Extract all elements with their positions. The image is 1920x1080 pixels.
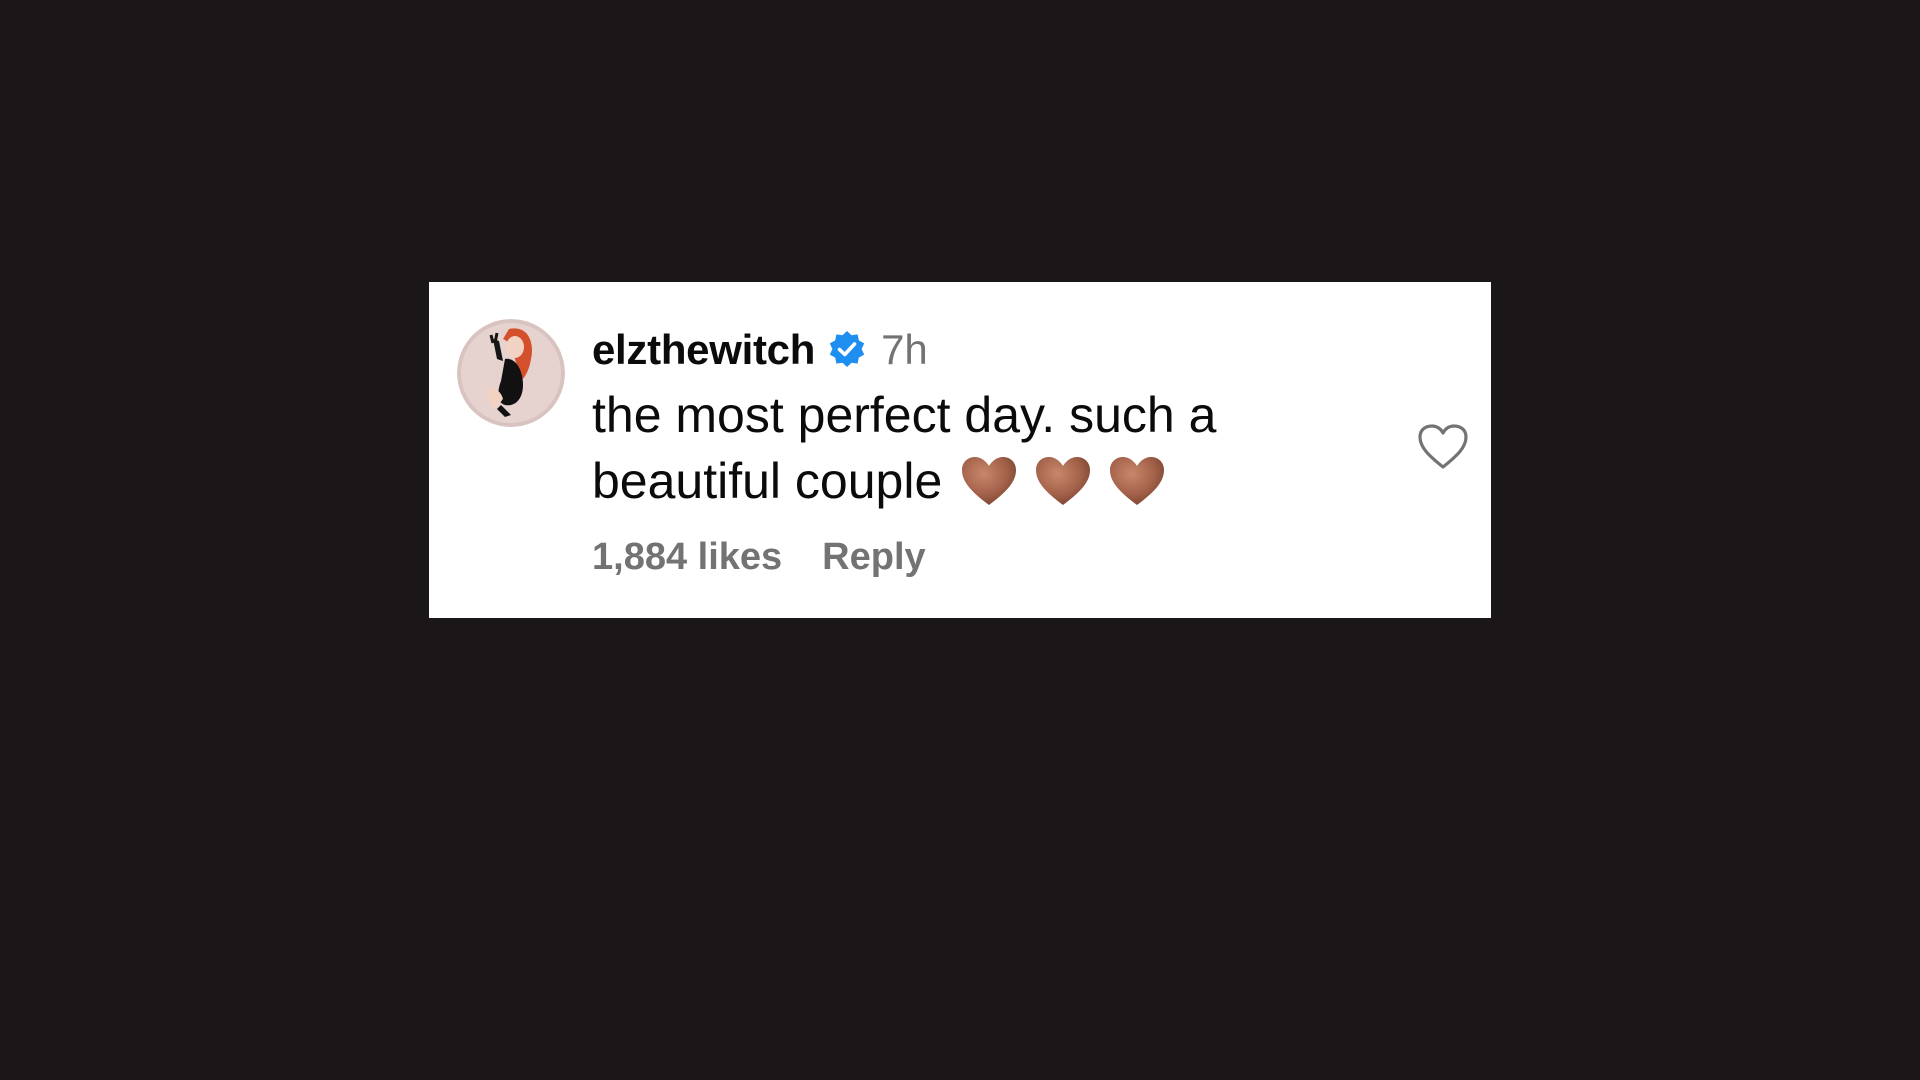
brown-heart-emoji	[960, 455, 1018, 507]
heart-outline-icon[interactable]	[1416, 422, 1470, 472]
avatar[interactable]	[457, 319, 565, 427]
likes-count[interactable]: 1,884 likes	[592, 536, 782, 579]
reply-button[interactable]: Reply	[822, 536, 925, 579]
comment-text-block: the most perfect day. such a beautiful c…	[592, 382, 1312, 514]
verified-badge-icon	[827, 330, 867, 370]
username[interactable]: elzthewitch	[592, 326, 815, 374]
comment-time: 7h	[881, 326, 928, 373]
comment-header: elzthewitch 7h	[592, 322, 1412, 378]
comment-card: elzthewitch 7h the most perfect day. suc…	[429, 282, 1491, 618]
comment-footer: 1,884 likes Reply	[592, 536, 1412, 579]
avatar-illustration	[457, 319, 565, 427]
emoji-group	[960, 455, 1166, 507]
brown-heart-emoji	[1034, 455, 1092, 507]
comment-content: elzthewitch 7h the most perfect day. suc…	[592, 322, 1412, 579]
page-background: elzthewitch 7h the most perfect day. suc…	[0, 0, 1920, 1080]
brown-heart-emoji	[1108, 455, 1166, 507]
